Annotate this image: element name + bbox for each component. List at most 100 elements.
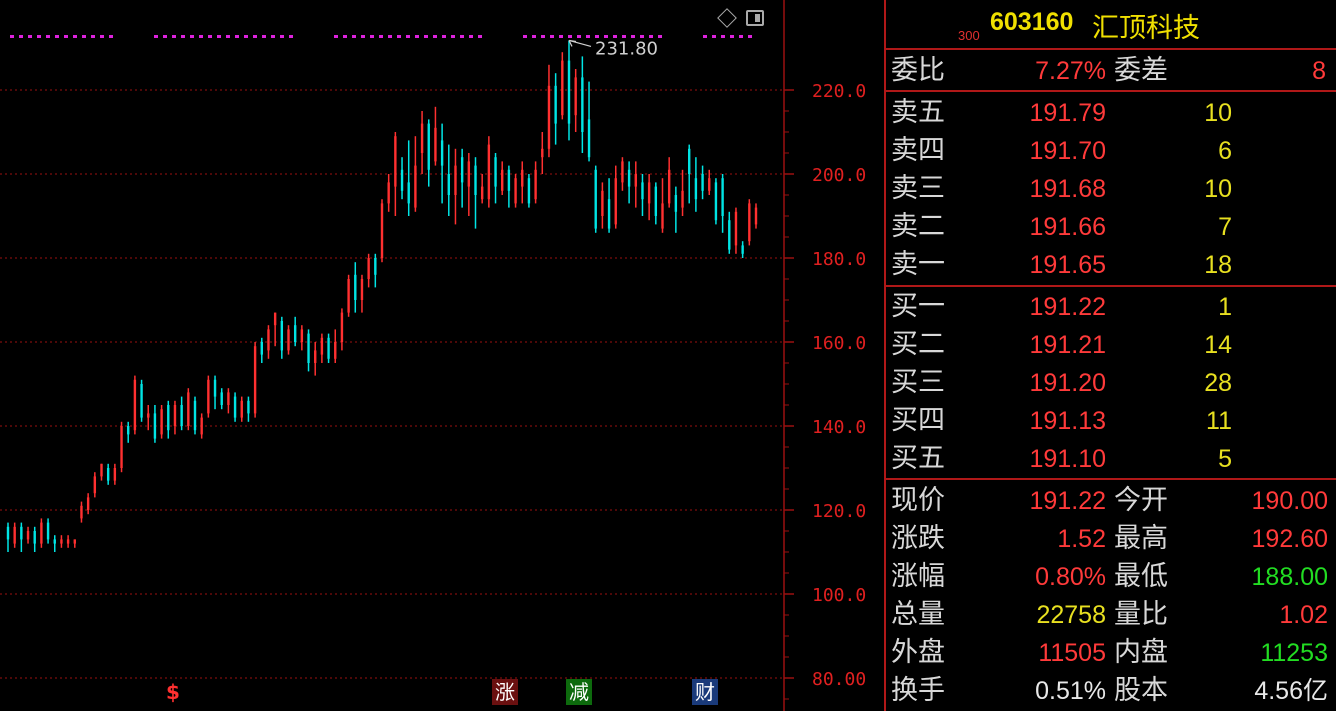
candle-body [26,531,30,540]
sell-order-label: 卖四 [891,135,945,166]
sell-order-volume: 10 [1204,175,1232,203]
candle-body [227,392,230,405]
candle-body [73,539,76,544]
sell-order-row[interactable]: 卖二 191.66 7 [886,210,1336,244]
candle-body [607,199,611,229]
sell-order-price: 191.66 [1029,213,1106,241]
sell-order-price: 191.65 [1029,251,1106,279]
stat-label: 现价 [891,485,945,516]
stat-value: 188.00 [1251,563,1328,591]
candle-body [667,169,671,204]
candle-body [708,178,711,191]
marker-dot [235,35,239,38]
panel-toggle-icon[interactable] [746,10,764,26]
stat-row: 换手 0.51% 股本 4.56亿 [886,674,1336,708]
candle-body [33,531,36,544]
candle-body [634,174,637,187]
y-tick-label: 180.0 [812,249,866,270]
marker-dot [478,35,482,38]
candle-body [374,258,377,275]
candle-body [394,136,397,187]
marker-dot [739,35,743,38]
candle-body [641,182,644,200]
candle-body [480,186,484,200]
candle-body [213,379,217,397]
event-tag-cai[interactable]: 财 [692,679,718,705]
sell-order-row[interactable]: 卖五 191.79 10 [886,96,1336,130]
stock-name[interactable]: 汇顶科技 [1092,6,1200,45]
candle-body [681,190,684,208]
event-tag-jian[interactable]: 减 [566,679,592,705]
buy-order-row[interactable]: 买一 191.22 1 [886,290,1336,324]
candle-body [273,312,277,326]
candle-body [521,169,524,187]
stat-label: 最高 [1114,523,1168,554]
candle-body [233,396,237,418]
candle-body [414,165,417,208]
candle-body [454,165,457,195]
candle-body [287,329,290,351]
marker-dot [289,35,293,38]
kline-chart-area[interactable]: 220.0 200.0 180.0 160.0 140.0 120.0 100.0 80.00… [0,0,884,711]
candle-body [193,400,197,431]
y-tick-label: 220.0 [812,81,866,102]
marker-dot [352,35,356,38]
candle-body [587,119,591,158]
marker-dot [550,35,554,38]
weibi-label: 委比 [891,55,945,86]
sell-order-row[interactable]: 卖一 191.65 18 [886,248,1336,282]
candle-body [380,203,384,258]
buy-order-row[interactable]: 买三 191.20 28 [886,366,1336,400]
sell-order-label: 卖一 [891,249,945,280]
stock-code[interactable]: 603160 [990,8,1073,37]
buy-order-price: 191.21 [1029,331,1106,359]
candle-body [574,77,577,116]
stat-label: 涨幅 [891,561,945,592]
candle-body [53,539,56,544]
diamond-icon[interactable] [717,8,737,28]
candle-body [173,405,177,426]
sell-order-label: 卖五 [891,97,945,128]
buy-order-row[interactable]: 买五 191.10 5 [886,442,1336,476]
candle-body [728,220,731,250]
weicha-value: 8 [1312,57,1326,85]
candle-body [100,463,103,477]
marker-dot [748,35,752,38]
candle-body [367,258,370,279]
event-tag-s[interactable]: $ [160,679,186,705]
candle-body [207,379,210,414]
buy-order-row[interactable]: 买四 191.13 11 [886,404,1336,438]
marker-dot [271,35,275,38]
marker-dot [460,35,464,38]
marker-dot [451,35,455,38]
sell-order-row[interactable]: 卖三 191.68 10 [886,172,1336,206]
marker-dot [334,35,338,38]
kline-chart[interactable]: 220.0 200.0 180.0 160.0 140.0 120.0 100.0 80.00… [0,0,884,711]
stat-label: 股本 [1114,675,1168,706]
stat-value: 11253 [1260,639,1328,667]
candle-body [13,526,16,544]
marker-dot [82,35,86,38]
buy-order-row[interactable]: 买二 191.21 14 [886,328,1336,362]
marker-dot [577,35,581,38]
candle-body [614,178,617,225]
stock-badge: 300 [958,28,980,43]
stat-row: 总量 22758 量比 1.02 [886,598,1336,632]
stat-label: 总量 [891,599,945,630]
event-tag-zhang[interactable]: 涨 [492,679,518,705]
marker-dot [730,35,734,38]
marker-dot [343,35,347,38]
marker-dot [73,35,77,38]
candle-body [754,207,758,225]
marker-dot [262,35,266,38]
marker-dot [109,35,113,38]
candle-body [647,182,651,204]
marker-dot [568,35,572,38]
y-tick-label: 200.0 [812,165,866,186]
y-tick-label: 120.0 [812,501,866,522]
sell-order-row[interactable]: 卖四 191.70 6 [886,134,1336,168]
candle-body [334,342,337,359]
marker-dot [172,35,176,38]
candle-body [247,400,250,414]
marker-dot [181,35,185,38]
